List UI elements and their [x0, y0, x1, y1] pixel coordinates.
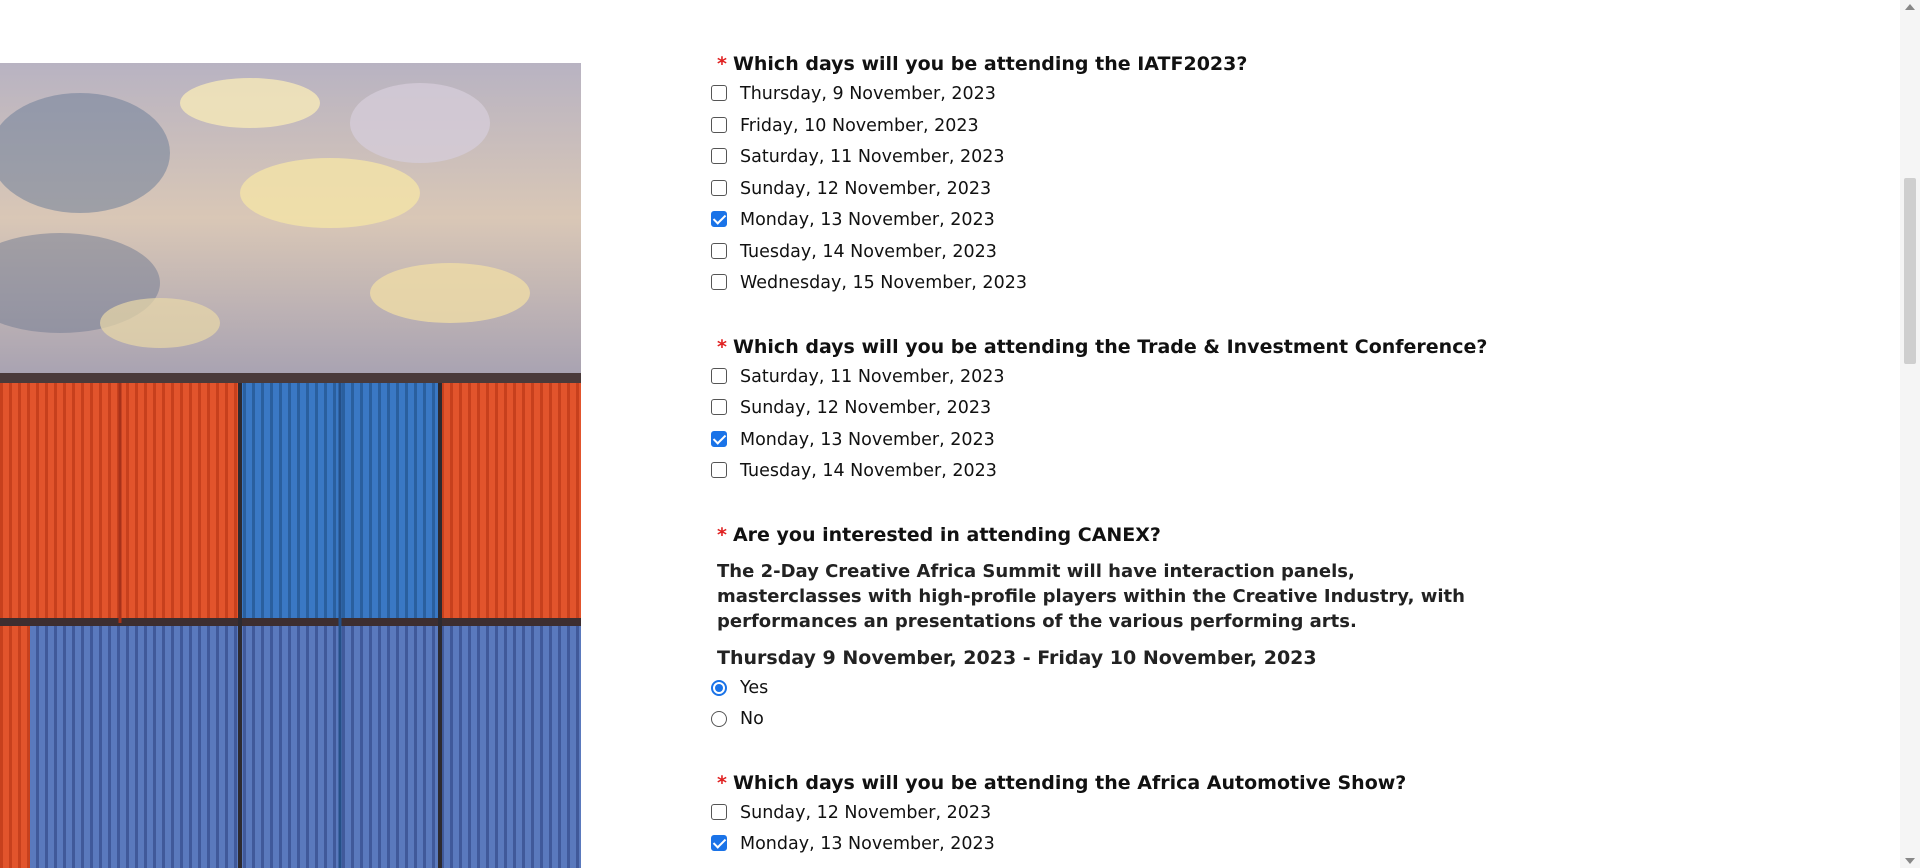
checkbox-checked[interactable] — [711, 835, 727, 851]
hero-image — [0, 63, 581, 868]
required-mark: * — [717, 53, 727, 75]
option-label: Yes — [740, 677, 769, 698]
checkbox-option[interactable]: Monday, 13 November, 2023 — [706, 828, 1506, 860]
checkbox[interactable] — [711, 179, 727, 196]
question-automotive: * Which days will you be attending the Af… — [706, 769, 1506, 860]
checkbox-option[interactable]: Wednesday, 15 November, 2023 — [706, 267, 1506, 299]
option-label: Sunday, 12 November, 2023 — [740, 398, 992, 418]
vertical-scrollbar[interactable] — [1900, 0, 1920, 868]
question-title: * Are you interested in attending CANEX? — [717, 523, 1161, 546]
radio[interactable] — [711, 711, 727, 727]
checkbox[interactable] — [711, 399, 727, 415]
checkbox[interactable] — [711, 367, 727, 384]
scrollbar-thumb[interactable] — [1904, 178, 1916, 364]
required-mark: * — [717, 771, 727, 794]
checkbox-option[interactable]: Thursday, 9 November, 2023 — [706, 78, 1506, 110]
option-label: Friday, 10 November, 2023 — [740, 115, 979, 136]
required-mark: * — [717, 335, 727, 358]
checkbox[interactable] — [711, 462, 727, 478]
question-title: * Which days will you be attending the IA… — [717, 53, 1248, 75]
checkbox-option[interactable]: Saturday, 11 November, 2023 — [706, 361, 1506, 393]
option-label: Monday, 13 November, 2023 — [740, 834, 995, 854]
checkbox-option[interactable]: Tuesday, 14 November, 2023 — [706, 236, 1506, 268]
checkbox-option[interactable]: Tuesday, 14 November, 2023 — [706, 455, 1506, 487]
checkbox[interactable] — [711, 85, 727, 101]
option-label: Tuesday, 14 November, 2023 — [740, 461, 997, 481]
question-trade-conference: * Which days will you be attending the Tr… — [706, 333, 1506, 487]
question-canex: * Are you interested in attending CANEX? … — [706, 521, 1506, 735]
checkbox-option[interactable]: Monday, 13 November, 2023 — [706, 204, 1506, 236]
checkbox[interactable] — [711, 116, 727, 133]
option-label: No — [740, 709, 764, 729]
shipping-containers-image — [0, 63, 581, 868]
checkbox-option[interactable]: Friday, 10 November, 2023 — [706, 110, 1506, 142]
radio-option-no[interactable]: No — [706, 703, 1506, 735]
option-label: Tuesday, 14 November, 2023 — [740, 241, 997, 262]
scroll-up-arrow-icon[interactable] — [1905, 4, 1915, 10]
question-title: * Which days will you be attending the Tr… — [717, 335, 1488, 358]
option-label: Thursday, 9 November, 2023 — [740, 84, 996, 104]
canex-description: The 2-Day Creative Africa Summit will ha… — [717, 560, 1465, 632]
checkbox-option[interactable]: Sunday, 12 November, 2023 — [706, 797, 1506, 829]
canex-dates: Thursday 9 November, 2023 - Friday 10 No… — [717, 646, 1317, 669]
option-label: Monday, 13 November, 2023 — [740, 210, 995, 230]
option-label: Saturday, 11 November, 2023 — [740, 366, 1005, 387]
checkbox-checked[interactable] — [711, 430, 727, 447]
option-label: Monday, 13 November, 2023 — [740, 429, 995, 450]
checkbox[interactable] — [711, 803, 727, 820]
checkbox-option[interactable]: Sunday, 12 November, 2023 — [706, 392, 1506, 424]
scroll-down-arrow-icon[interactable] — [1905, 858, 1915, 864]
checkbox[interactable] — [711, 274, 727, 290]
checkbox[interactable] — [711, 148, 727, 164]
checkbox-option[interactable]: Monday, 13 November, 2023 — [706, 424, 1506, 456]
option-label: Wednesday, 15 November, 2023 — [740, 273, 1027, 293]
checkbox-checked[interactable] — [711, 211, 727, 227]
registration-form: * Which days will you be attending the IA… — [706, 50, 1506, 860]
question-iatf: * Which days will you be attending the IA… — [706, 50, 1506, 299]
radio-option-yes[interactable]: Yes — [706, 672, 1506, 704]
option-label: Sunday, 12 November, 2023 — [740, 802, 992, 823]
checkbox-option[interactable]: Sunday, 12 November, 2023 — [706, 173, 1506, 205]
checkbox[interactable] — [711, 242, 727, 259]
checkbox-option[interactable]: Saturday, 11 November, 2023 — [706, 141, 1506, 173]
option-label: Sunday, 12 November, 2023 — [740, 178, 992, 199]
radio-checked[interactable] — [711, 679, 727, 696]
option-label: Saturday, 11 November, 2023 — [740, 147, 1005, 167]
question-title: * Which days will you be attending the Af… — [717, 771, 1407, 794]
required-mark: * — [717, 523, 727, 546]
